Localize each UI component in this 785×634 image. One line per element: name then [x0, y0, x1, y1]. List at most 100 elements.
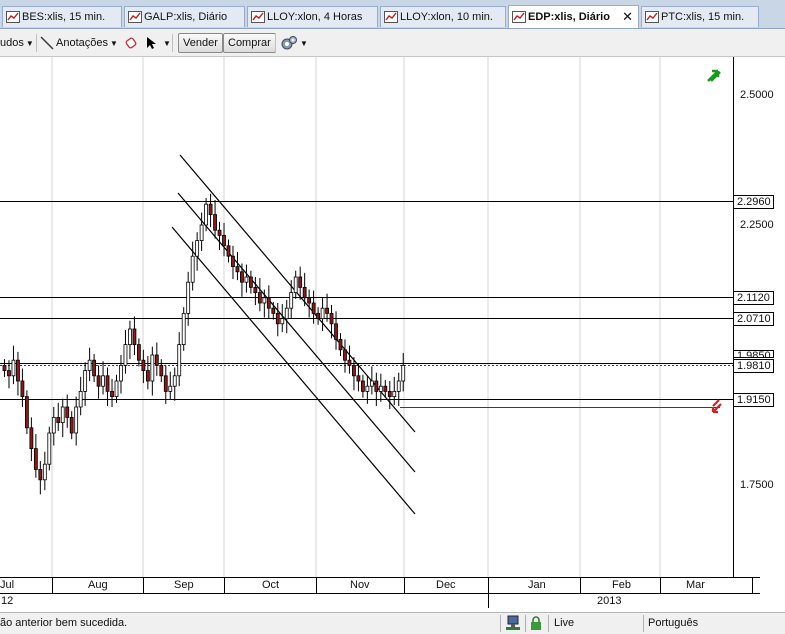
chart-tab[interactable]: EDP:xlis, Diário ✕	[508, 5, 639, 28]
chart-tab-label: BES:xlis, 15 min.	[22, 11, 106, 23]
candle[interactable]	[172, 367, 177, 401]
candle[interactable]	[132, 316, 137, 355]
candle[interactable]	[110, 378, 114, 407]
candle[interactable]	[101, 361, 105, 395]
candle[interactable]	[128, 320, 132, 360]
candle[interactable]	[24, 390, 29, 435]
annotations-menu[interactable]: Anotações ▼	[40, 33, 118, 53]
candle[interactable]	[334, 311, 338, 350]
candle[interactable]	[47, 426, 52, 471]
studies-menu[interactable]: udos ▼	[0, 33, 34, 53]
candle[interactable]	[69, 411, 74, 440]
candle[interactable]	[226, 239, 231, 263]
candle[interactable]	[33, 434, 38, 478]
language-selector[interactable]: Português	[648, 617, 698, 629]
candle[interactable]	[20, 368, 25, 407]
candle[interactable]	[307, 289, 312, 318]
candle[interactable]	[266, 285, 271, 319]
buy-button[interactable]: Comprar	[223, 33, 276, 53]
candle[interactable]	[235, 252, 240, 281]
candle[interactable]	[105, 367, 110, 406]
candle[interactable]	[257, 278, 262, 312]
candle[interactable]	[60, 398, 65, 438]
candle[interactable]	[163, 365, 168, 404]
candle[interactable]	[42, 451, 47, 491]
trend-line[interactable]	[171, 226, 416, 515]
candle[interactable]	[29, 417, 34, 462]
candle[interactable]	[360, 374, 365, 398]
candle[interactable]	[204, 197, 209, 232]
candle[interactable]	[347, 345, 352, 374]
time-axis[interactable]	[0, 577, 760, 594]
chart-tab[interactable]: LLOY:xlon, 4 Horas	[247, 6, 378, 27]
price-levels	[0, 201, 733, 408]
eraser-tool-button[interactable]	[124, 33, 138, 53]
candle[interactable]	[186, 271, 191, 326]
candle[interactable]	[275, 303, 280, 337]
candle[interactable]	[119, 355, 123, 394]
status-divider	[643, 615, 644, 632]
candle[interactable]	[114, 374, 119, 403]
candle-body	[119, 364, 123, 382]
candle[interactable]	[222, 222, 226, 257]
candle[interactable]	[177, 332, 182, 387]
close-tab-icon[interactable]: ✕	[622, 9, 633, 25]
candle[interactable]	[356, 363, 361, 392]
candle[interactable]	[2, 359, 7, 377]
candle[interactable]	[141, 349, 146, 384]
candle[interactable]	[51, 407, 56, 446]
candle[interactable]	[136, 338, 141, 367]
chart-tab[interactable]: PTC:xlis, 15 min.	[641, 6, 759, 27]
candle[interactable]	[208, 193, 213, 228]
candle[interactable]	[56, 402, 61, 431]
candle[interactable]	[154, 342, 159, 376]
pointer-tool-menu[interactable]: ▼	[145, 33, 171, 53]
candle[interactable]	[289, 280, 294, 319]
candle[interactable]	[74, 396, 79, 446]
candle[interactable]	[150, 346, 155, 396]
candle[interactable]	[38, 461, 43, 495]
candle[interactable]	[7, 360, 11, 389]
candle[interactable]	[240, 263, 244, 297]
candle[interactable]	[87, 347, 92, 381]
settings-menu[interactable]: ▼	[280, 33, 308, 53]
candle[interactable]	[378, 373, 383, 402]
candle[interactable]	[78, 376, 83, 416]
price-chart[interactable]	[0, 57, 733, 577]
candle[interactable]	[96, 365, 101, 399]
candle[interactable]	[123, 330, 128, 374]
candle[interactable]	[168, 371, 173, 400]
sell-button[interactable]: Vender	[178, 33, 223, 53]
candle[interactable]	[181, 307, 186, 351]
candle[interactable]	[190, 241, 195, 291]
candle[interactable]	[16, 351, 20, 396]
candle[interactable]	[199, 212, 204, 251]
candle[interactable]	[343, 339, 347, 373]
candle[interactable]	[253, 277, 258, 306]
candle[interactable]	[374, 372, 379, 406]
candle[interactable]	[145, 356, 150, 390]
candle[interactable]	[338, 333, 343, 357]
candle[interactable]	[195, 232, 200, 271]
candle[interactable]	[231, 245, 235, 280]
candle[interactable]	[92, 353, 96, 383]
candle[interactable]	[244, 264, 249, 293]
candle[interactable]	[320, 297, 325, 332]
candle[interactable]	[159, 359, 164, 383]
trend-line[interactable]	[177, 192, 416, 473]
candle-body	[199, 224, 204, 241]
candle[interactable]	[11, 345, 16, 385]
candle[interactable]	[284, 299, 289, 334]
chart-tab[interactable]: BES:xlis, 15 min.	[2, 6, 122, 27]
chart-tab[interactable]: GALP:xlis, Diário	[124, 6, 245, 27]
candle[interactable]	[217, 221, 222, 250]
candle[interactable]	[213, 200, 217, 239]
candle[interactable]	[392, 376, 397, 405]
candle[interactable]	[396, 372, 401, 406]
candle[interactable]	[316, 307, 321, 325]
candle[interactable]	[248, 270, 253, 294]
chart-tab[interactable]: LLOY:xlon, 10 min.	[380, 6, 506, 27]
candle[interactable]	[387, 381, 392, 410]
candle[interactable]	[293, 270, 298, 299]
candle[interactable]	[329, 305, 334, 339]
